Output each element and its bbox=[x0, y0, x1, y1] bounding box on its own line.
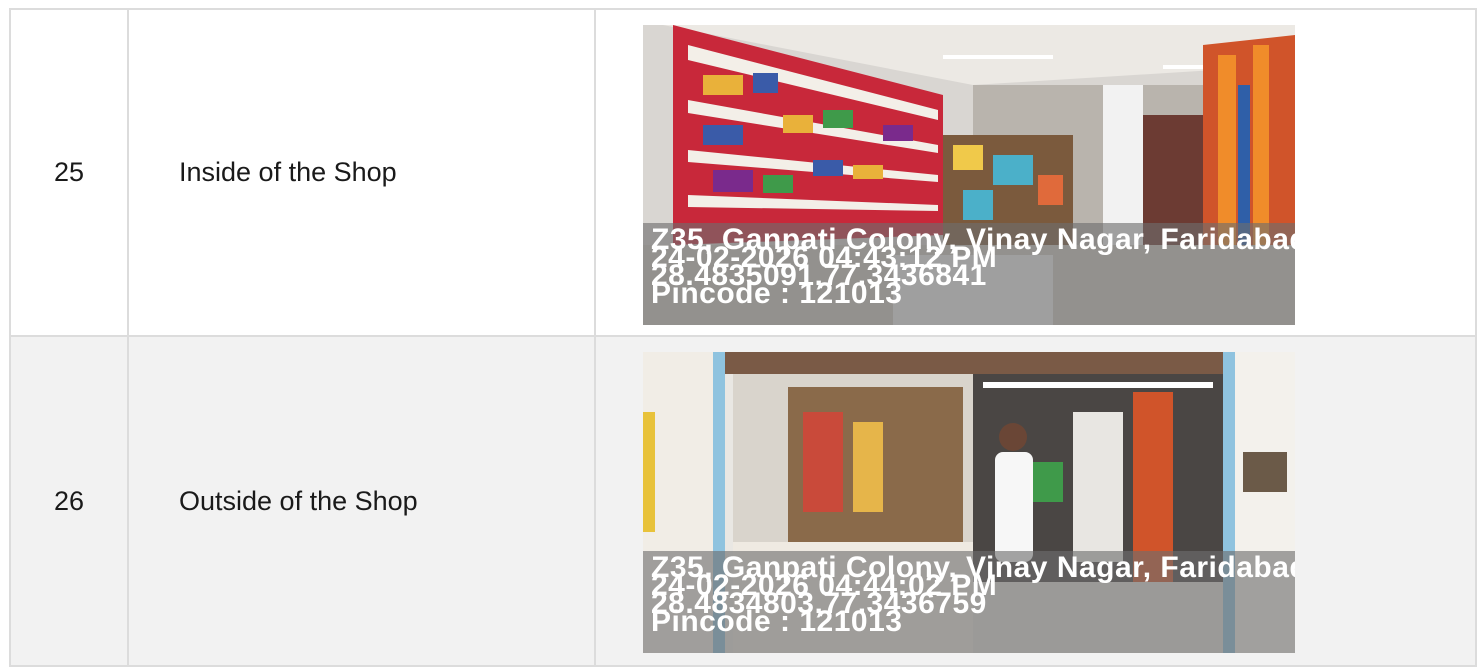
photo-cell: Z35, Ganpati Colony, Vinay Nagar, Farida… bbox=[594, 8, 1477, 337]
row-label: Inside of the Shop bbox=[127, 8, 596, 337]
row-label: Outside of the Shop bbox=[127, 335, 596, 667]
shop-front-photo: Z35, Ganpati Colony, Vinay Nagar, Farida… bbox=[643, 352, 1295, 653]
table-row: 26 Outside of the Shop Z35, Ganpati Colo… bbox=[9, 335, 1477, 667]
shop-photo-table: 25 Inside of the Shop Z35, Ganpati Colon… bbox=[9, 8, 1477, 667]
table-row: 25 Inside of the Shop Z35, Ganpati Colon… bbox=[9, 8, 1477, 337]
shop-interior-photo: Z35, Ganpati Colony, Vinay Nagar, Farida… bbox=[643, 25, 1295, 325]
geo-stamp: Z35, Ganpati Colony, Vinay Nagar, Farida… bbox=[643, 551, 1295, 653]
geo-stamp: Z35, Ganpati Colony, Vinay Nagar, Farida… bbox=[643, 223, 1295, 325]
photo-cell: Z35, Ganpati Colony, Vinay Nagar, Farida… bbox=[594, 335, 1477, 667]
document-page: 25 Inside of the Shop Z35, Ganpati Colon… bbox=[0, 0, 1482, 667]
row-number: 25 bbox=[9, 8, 129, 337]
row-number: 26 bbox=[9, 335, 129, 667]
